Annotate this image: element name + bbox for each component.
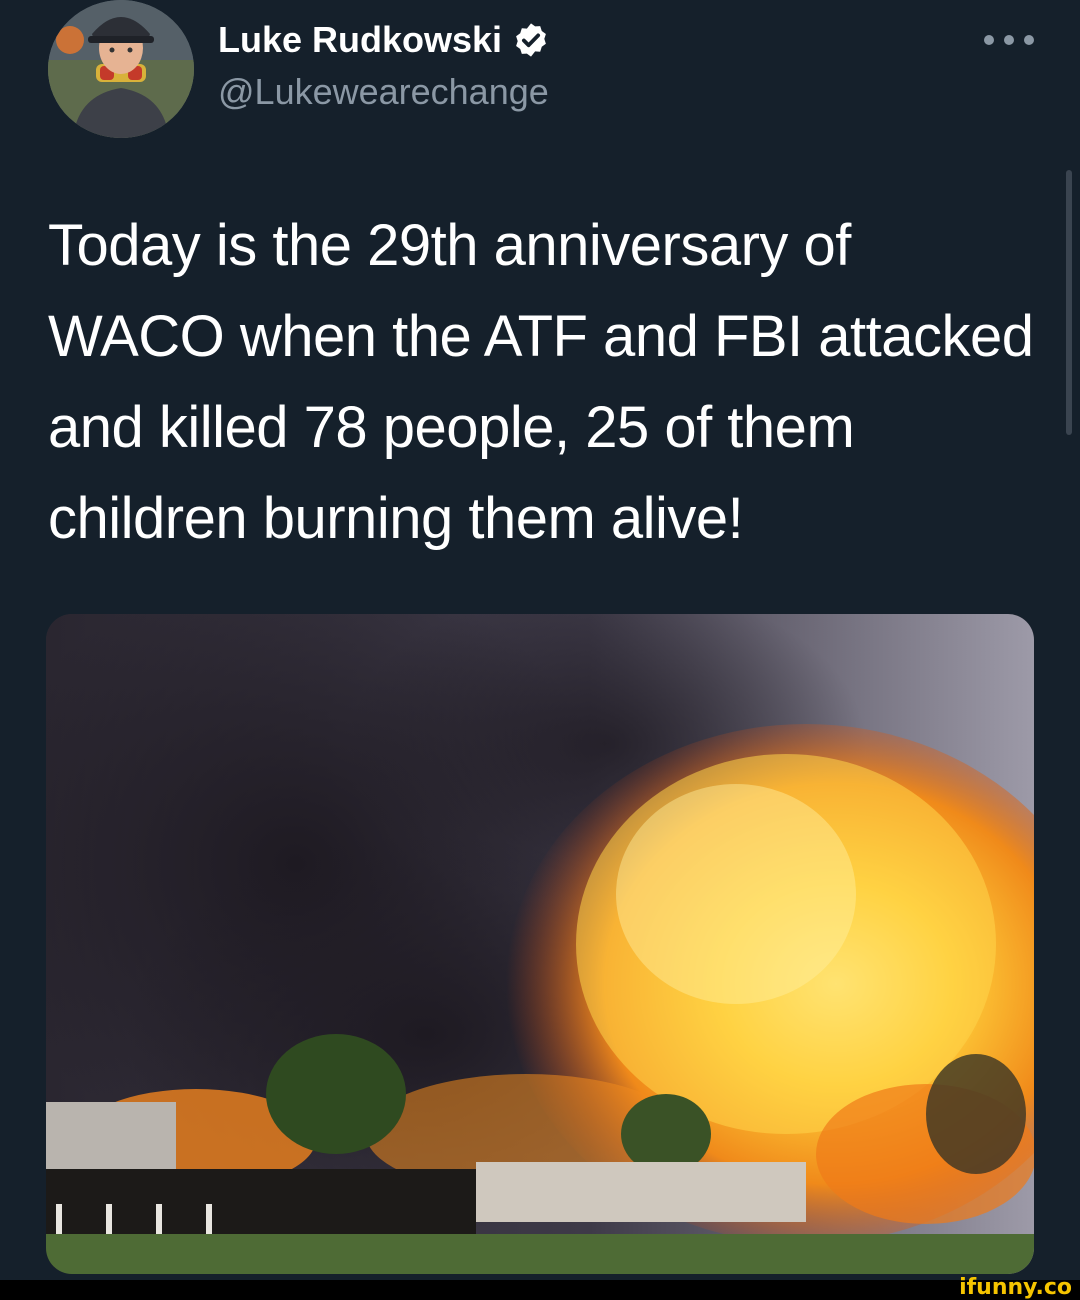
author-handle[interactable]: @Lukewearechange <box>218 70 549 114</box>
author-row[interactable]: Luke Rudkowski <box>218 18 550 62</box>
footer-bar <box>0 1280 1080 1300</box>
ifunny-watermark: ifunny.co <box>959 1275 1072 1300</box>
verified-badge-icon <box>512 21 550 59</box>
tweet-text: Today is the 29th anniversary of WACO wh… <box>48 213 1034 551</box>
tweet-photo[interactable] <box>46 614 1034 1274</box>
avatar[interactable] <box>48 0 194 138</box>
tweet: Luke Rudkowski @Lukewearechange Today is… <box>0 0 1080 1280</box>
author-display-name[interactable]: Luke Rudkowski <box>218 18 502 62</box>
scrollbar[interactable] <box>1066 170 1072 435</box>
more-options-icon[interactable] <box>984 22 1034 58</box>
